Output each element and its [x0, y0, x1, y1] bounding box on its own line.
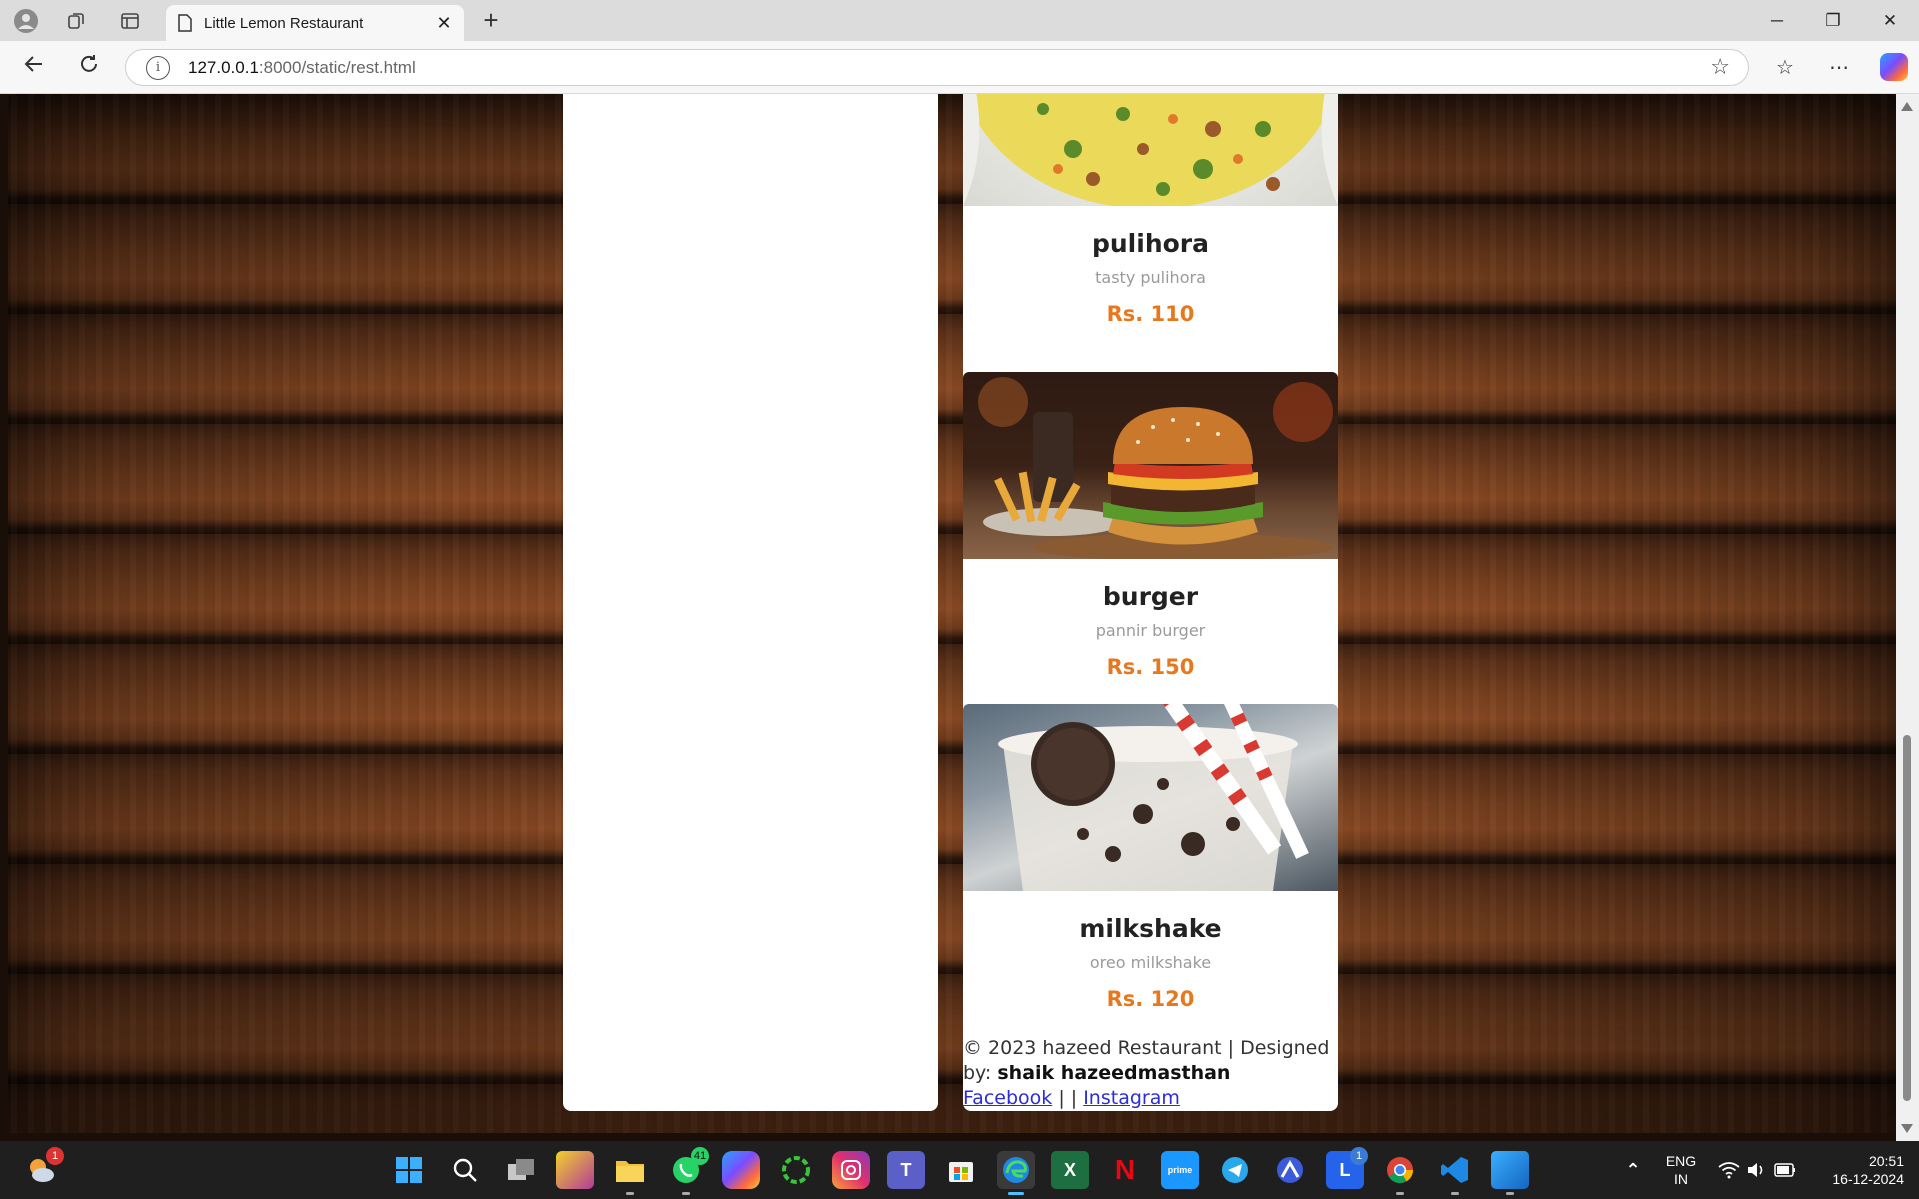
telegram-icon[interactable] [1216, 1151, 1254, 1189]
window-close-button[interactable]: ✕ [1866, 4, 1914, 38]
refresh-icon[interactable] [73, 52, 105, 84]
clock-time: 20:51 [1868, 1153, 1904, 1169]
back-icon[interactable] [18, 52, 50, 84]
menu-item-name: pulihora [1091, 229, 1209, 258]
close-tab-icon[interactable]: ✕ [432, 13, 456, 34]
burger-image [963, 372, 1338, 559]
tab-actions-icon[interactable] [116, 8, 144, 34]
minimize-button[interactable]: ─ [1753, 4, 1801, 38]
store-icon[interactable] [942, 1151, 980, 1189]
l-app-badge: 1 [1350, 1147, 1368, 1165]
workspaces-icon[interactable] [62, 8, 90, 34]
menu-item-price: Rs. 120 [1106, 987, 1195, 1011]
menu-card: pulihora tasty pulihora Rs. 110 [963, 94, 1338, 330]
more-options-icon[interactable]: ⋯ [1823, 53, 1855, 83]
photos-icon[interactable] [1491, 1151, 1529, 1195]
language-code: ENG [1665, 1153, 1697, 1169]
menu-panel: pulihora tasty pulihora Rs. 110 burger p… [963, 94, 1338, 1111]
browser-tab-bar: Little Lemon Restaurant ✕ + ─ ❐ ✕ [0, 0, 1919, 41]
url-bar[interactable]: i 127.0.0.1:8000/static/rest.html ☆ [125, 49, 1749, 86]
search-icon[interactable] [446, 1151, 484, 1189]
scrollbar-thumb[interactable] [1903, 735, 1911, 1101]
start-icon[interactable] [390, 1151, 428, 1189]
vscode-icon[interactable] [1436, 1151, 1474, 1195]
copilot-app-icon[interactable] [722, 1151, 760, 1189]
profile-icon[interactable] [12, 8, 40, 34]
scroll-down-arrow-icon[interactable] [1901, 1124, 1913, 1133]
show-hidden-icons-icon[interactable]: ⌃ [1614, 1151, 1652, 1189]
menu-item-description: pannir burger [1095, 621, 1206, 640]
wood-background [8, 94, 1896, 1133]
tab-title: Little Lemon Restaurant [204, 14, 364, 32]
favorite-star-icon[interactable]: ☆ [1710, 54, 1730, 80]
weather-icon[interactable]: 1 [22, 1147, 64, 1189]
instagram-link[interactable]: Instagram [1083, 1087, 1180, 1109]
region-code: IN [1674, 1171, 1688, 1187]
scroll-up-arrow-icon[interactable] [1901, 102, 1913, 111]
menu-card: milkshake oreo milkshake Rs. 120 [963, 704, 1338, 1015]
menu-item-price: Rs. 150 [1106, 655, 1195, 679]
footer-designer: shaik hazeedmasthan [997, 1062, 1231, 1084]
instagram-icon[interactable] [832, 1151, 870, 1189]
menu-card: burger pannir burger Rs. 150 [963, 372, 1338, 683]
file-explorer-icon[interactable] [611, 1151, 649, 1195]
whatsapp-badge: 41 [691, 1147, 709, 1165]
footer-separator: | | [1052, 1087, 1084, 1109]
l-app-icon[interactable]: L 1 [1326, 1147, 1368, 1189]
page-viewport: pulihora tasty pulihora Rs. 110 burger p… [0, 94, 1919, 1141]
url-text[interactable]: 127.0.0.1:8000/static/rest.html [188, 58, 416, 78]
menu-item-name: burger [1102, 582, 1199, 611]
menu-item-description: oreo milkshake [1089, 953, 1212, 972]
new-tab-button[interactable]: + [476, 6, 506, 36]
task-view-icon[interactable] [502, 1151, 540, 1189]
favorites-icon[interactable]: ☆ [1769, 53, 1801, 83]
circle-app-icon[interactable] [777, 1151, 815, 1189]
excel-icon[interactable]: X [1051, 1151, 1089, 1189]
url-path: :8000/static/rest.html [258, 57, 416, 77]
clock-date: 16-12-2024 [1832, 1171, 1904, 1187]
weather-badge: 1 [46, 1147, 64, 1165]
menu-item-description: tasty pulihora [1095, 268, 1206, 287]
vertical-scrollbar[interactable] [1896, 94, 1919, 1141]
left-content-panel [563, 94, 938, 1111]
facebook-link[interactable]: Facebook [963, 1087, 1052, 1109]
menu-item-price: Rs. 110 [1106, 302, 1195, 326]
windows-taskbar: 1 41 T X N prime L 1 ⌃ ENG IN 20:51 16-1… [0, 1141, 1919, 1199]
pulihora-image [963, 94, 1338, 206]
restore-button[interactable]: ❐ [1809, 4, 1857, 38]
page-footer: © 2023 hazeed Restaurant | Designed by: … [963, 1036, 1338, 1111]
battery-icon[interactable] [1766, 1151, 1804, 1189]
whatsapp-icon[interactable]: 41 [667, 1147, 709, 1195]
page-icon [178, 14, 192, 32]
edge-icon[interactable] [997, 1151, 1035, 1195]
teams-icon[interactable]: T [887, 1151, 925, 1189]
game-app-icon[interactable] [556, 1151, 594, 1189]
menu-item-name: milkshake [1079, 914, 1222, 943]
site-info-icon[interactable]: i [146, 55, 170, 80]
copilot-icon[interactable] [1880, 53, 1908, 81]
language-indicator[interactable]: ENG IN [1660, 1152, 1702, 1188]
browser-tab-active[interactable]: Little Lemon Restaurant ✕ [166, 5, 464, 41]
clock[interactable]: 20:51 16-12-2024 [1808, 1152, 1904, 1188]
netflix-icon[interactable]: N [1106, 1151, 1144, 1189]
url-host: 127.0.0.1 [188, 57, 259, 77]
arc-app-icon[interactable] [1271, 1151, 1309, 1189]
milkshake-image [963, 704, 1338, 891]
address-toolbar: i 127.0.0.1:8000/static/rest.html ☆ ☆ ⋯ [0, 41, 1919, 94]
prime-video-icon[interactable]: prime [1161, 1151, 1199, 1189]
chrome-icon[interactable] [1381, 1151, 1419, 1195]
